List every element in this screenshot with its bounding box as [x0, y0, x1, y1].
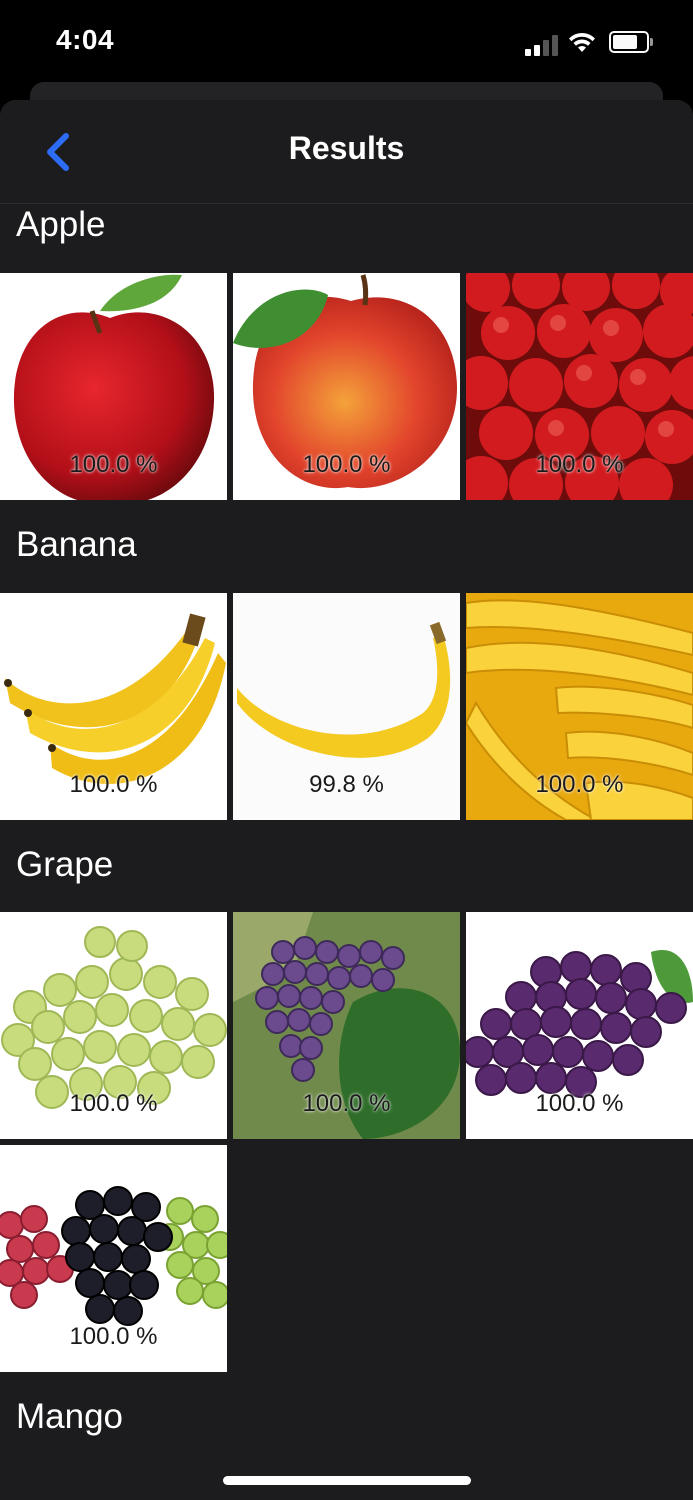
navigation-bar: Results: [0, 100, 693, 204]
status-icons: [525, 28, 665, 58]
result-tile[interactable]: 100.0 %: [466, 273, 693, 500]
results-list[interactable]: Apple 100.0 % 100.0 % 100.0 % Banana 100…: [0, 203, 693, 1500]
result-tile[interactable]: 100.0 %: [466, 912, 693, 1139]
result-tile[interactable]: 100.0 %: [0, 912, 227, 1139]
confidence-label: 100.0 %: [69, 1323, 158, 1350]
result-tile[interactable]: 99.8 %: [233, 593, 460, 820]
result-tile[interactable]: 100.0 %: [0, 273, 227, 500]
result-tile[interactable]: 100.0 %: [233, 273, 460, 500]
cellular-signal-icon: [525, 34, 559, 56]
confidence-label: 100.0 %: [69, 451, 158, 478]
results-sheet: Results Apple 100.0 % 100.0 % 100.0 % Ba…: [0, 100, 693, 1500]
confidence-label: 100.0 %: [535, 451, 624, 478]
confidence-label: 100.0 %: [69, 771, 158, 798]
confidence-label: 99.8 %: [309, 771, 384, 798]
home-indicator[interactable]: [223, 1476, 471, 1485]
section-title-apple: Apple: [16, 205, 106, 244]
status-time: 4:04: [56, 24, 115, 55]
result-tile[interactable]: 100.0 %: [233, 912, 460, 1139]
status-bar: 4:04: [0, 0, 693, 80]
confidence-label: 100.0 %: [535, 771, 624, 798]
section-title-banana: Banana: [16, 525, 137, 564]
result-tile[interactable]: 100.0 %: [0, 593, 227, 820]
section-title-grape: Grape: [16, 845, 114, 884]
confidence-label: 100.0 %: [535, 1090, 624, 1117]
page-title: Results: [288, 130, 405, 166]
confidence-label: 100.0 %: [69, 1090, 158, 1117]
section-title-mango: Mango: [16, 1397, 124, 1436]
confidence-label: 100.0 %: [302, 451, 391, 478]
result-tile[interactable]: 100.0 %: [0, 1145, 227, 1372]
result-tile[interactable]: 100.0 %: [466, 593, 693, 820]
battery-icon: [609, 31, 653, 53]
confidence-label: 100.0 %: [302, 1090, 391, 1117]
wifi-icon: [569, 32, 595, 52]
